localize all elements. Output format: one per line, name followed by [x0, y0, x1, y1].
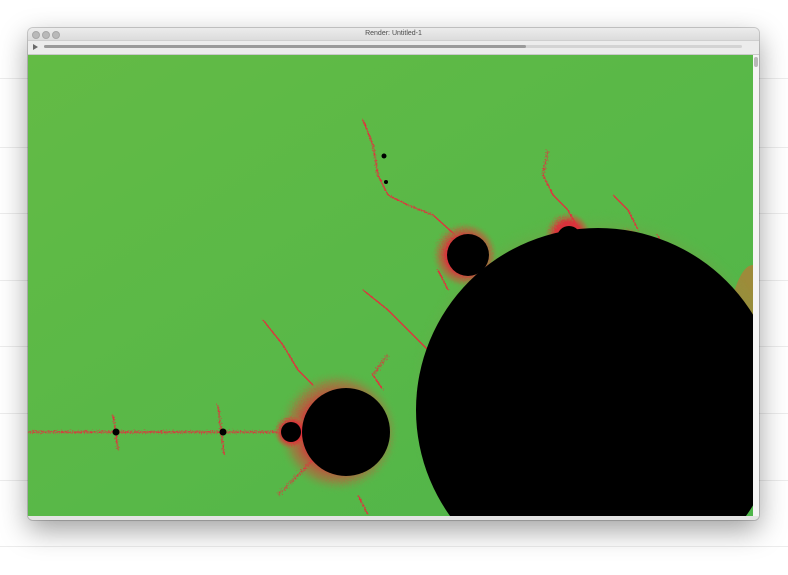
render-progress-bar[interactable]: [44, 45, 742, 48]
scroll-thumb[interactable]: [754, 57, 758, 67]
vertical-scrollbar[interactable]: [753, 55, 759, 516]
play-icon[interactable]: [33, 44, 38, 50]
render-window: Render: Untitled-1: [28, 28, 759, 520]
render-canvas[interactable]: [28, 55, 753, 516]
playback-toolbar: [28, 41, 759, 55]
render-progress-fill: [44, 45, 526, 48]
window-bottom-bar: [28, 516, 759, 520]
title-bar[interactable]: Render: Untitled-1: [28, 28, 759, 41]
mandelbrot-render: [28, 55, 753, 516]
window-title: Render: Untitled-1: [365, 30, 422, 37]
